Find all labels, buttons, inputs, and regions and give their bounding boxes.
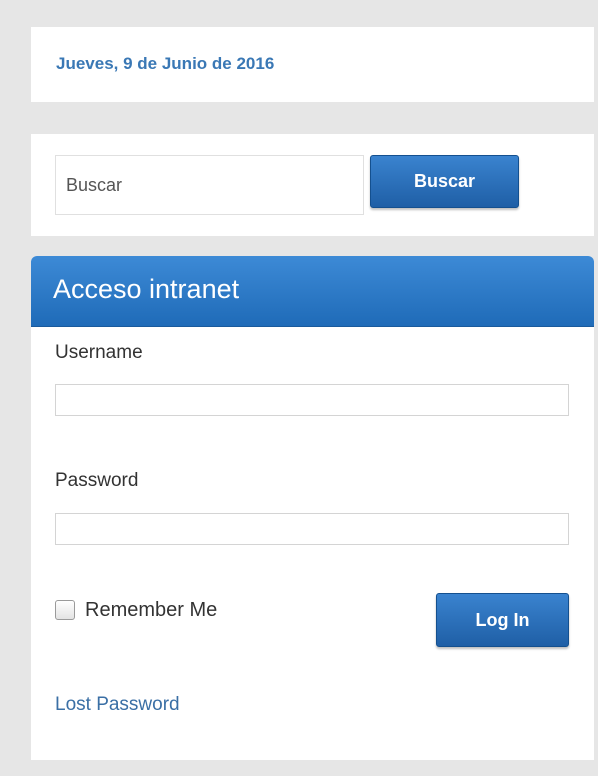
username-field[interactable] — [55, 384, 569, 416]
current-date: Jueves, 9 de Junio de 2016 — [56, 54, 275, 73]
login-title: Acceso intranet — [53, 274, 240, 304]
username-label: Username — [55, 342, 143, 363]
date-panel: Jueves, 9 de Junio de 2016 — [31, 27, 594, 102]
remember-me-checkbox[interactable] — [55, 600, 75, 620]
remember-me-row[interactable]: Remember Me — [55, 596, 217, 624]
search-input[interactable] — [55, 155, 364, 215]
password-field[interactable] — [55, 513, 569, 545]
lost-password-link[interactable]: Lost Password — [55, 694, 180, 716]
login-panel: Acceso intranet Username Password Rememb… — [31, 256, 594, 760]
login-header: Acceso intranet — [31, 256, 594, 327]
search-button[interactable]: Buscar — [370, 155, 519, 208]
password-label: Password — [55, 470, 139, 491]
search-panel: Buscar — [31, 134, 594, 236]
login-button[interactable]: Log In — [436, 593, 569, 647]
remember-me-label[interactable]: Remember Me — [85, 599, 217, 622]
